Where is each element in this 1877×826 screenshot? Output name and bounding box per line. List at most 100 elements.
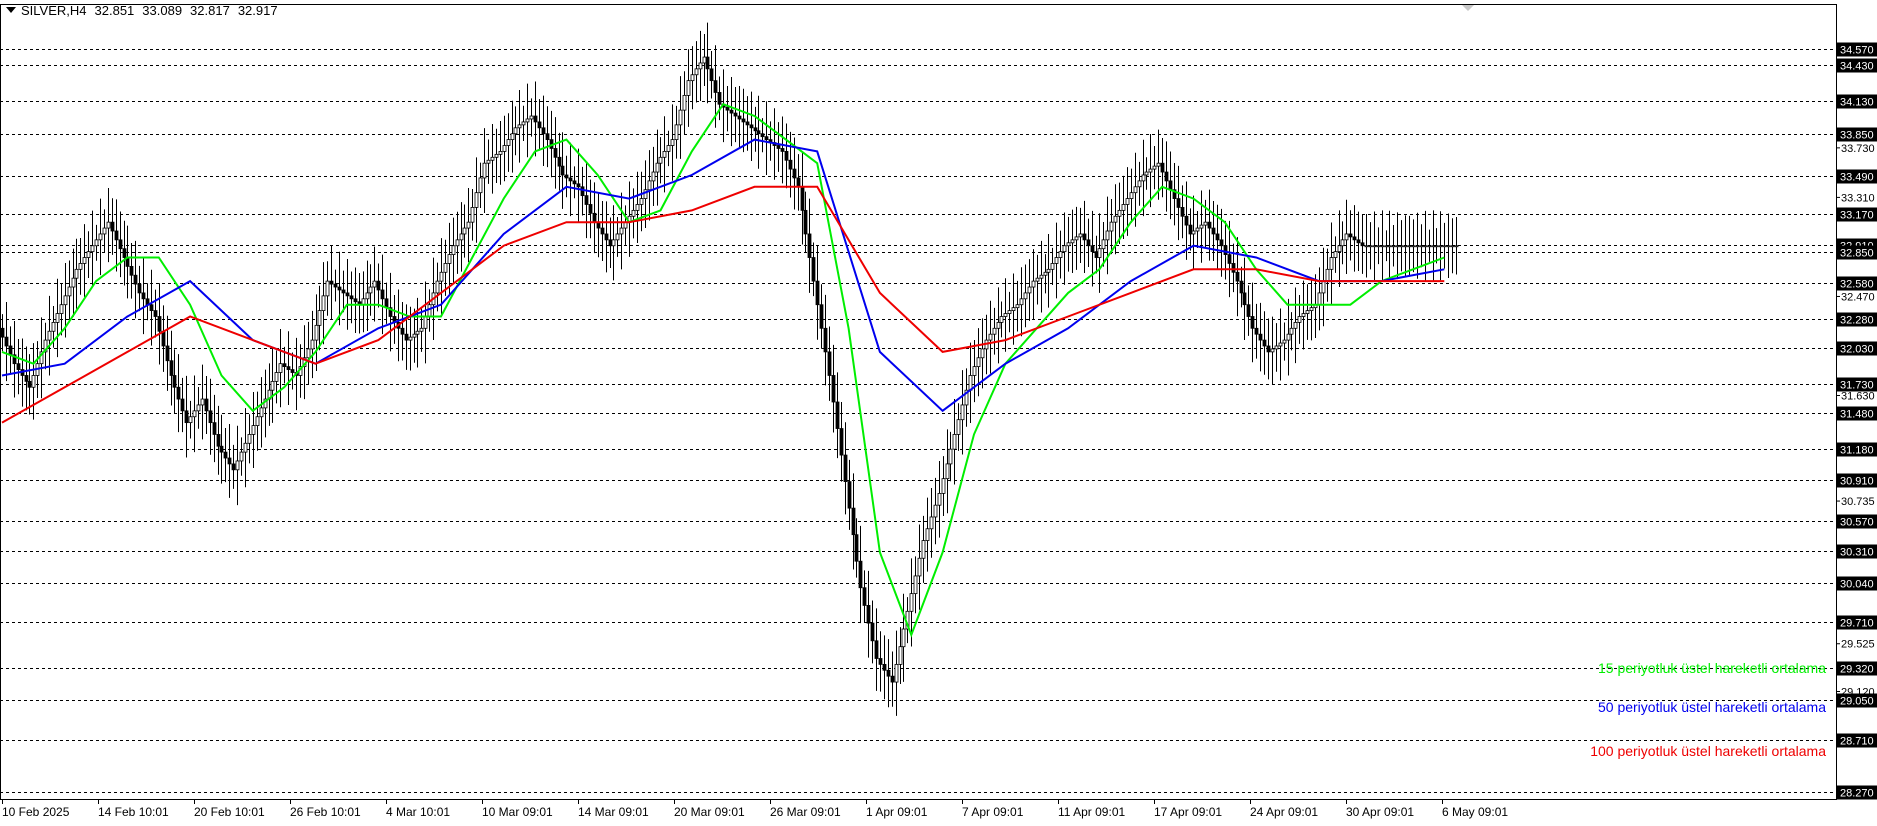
price-bar-body — [678, 109, 683, 126]
price-bar-body — [694, 68, 699, 76]
price-bar-body — [74, 268, 79, 279]
price-bar-body — [235, 460, 240, 471]
price-bar-body — [455, 239, 460, 247]
price-bar-body — [1242, 292, 1247, 306]
price-bar-body — [1333, 251, 1338, 258]
price-bar-body — [1058, 251, 1063, 258]
price-bar-body — [1211, 227, 1216, 235]
price-bar-body — [702, 56, 707, 64]
price-bar-body — [141, 292, 146, 300]
price-bar-body — [541, 127, 546, 135]
price-bar-body — [894, 663, 899, 683]
price-bar-body — [588, 204, 593, 214]
price-bar-body — [1427, 245, 1432, 248]
price-tick-label: 29.525 — [1841, 639, 1875, 651]
price-bar-body — [1054, 257, 1059, 264]
price-bar-body — [611, 239, 616, 247]
price-bar-body — [59, 304, 64, 314]
price-bar-body — [929, 516, 934, 530]
price-bar-body — [24, 375, 29, 382]
price-bar-body — [1376, 245, 1381, 248]
price-bar-body — [999, 316, 1004, 323]
price-bar-body — [368, 286, 373, 294]
price-bar-body — [874, 640, 879, 659]
level-label: 31.480 — [1840, 409, 1874, 421]
price-bar-body — [1407, 245, 1412, 248]
price-bar-body — [1195, 227, 1200, 232]
level-label: 30.310 — [1840, 547, 1874, 559]
level-label: 29.320 — [1840, 664, 1874, 676]
price-bar-body — [400, 327, 405, 335]
chart-header: SILVER,H4 32.851 33.089 32.817 32.917 — [6, 2, 286, 18]
price-bar-body — [1046, 268, 1051, 273]
price-bar-body — [866, 605, 871, 624]
price-bar-body — [251, 425, 256, 435]
price-bar-body — [153, 310, 158, 317]
price-bar-body — [404, 333, 409, 341]
price-bar-body — [1156, 162, 1161, 167]
price-bar-body — [658, 156, 663, 164]
price-bar-body — [1219, 239, 1224, 247]
time-tick-label: 7 Apr 09:01 — [962, 805, 1024, 819]
price-bar-body — [1160, 162, 1165, 173]
level-label: 32.850 — [1840, 248, 1874, 260]
price-bar-body — [1258, 333, 1263, 341]
price-bar-body — [188, 416, 193, 424]
price-tick-label: 33.730 — [1841, 143, 1875, 155]
price-bar-body — [1364, 245, 1369, 248]
collapse-icon[interactable] — [6, 7, 16, 13]
price-bar-body — [972, 366, 977, 376]
price-bar-body — [255, 416, 260, 426]
price-bar-body — [1231, 263, 1236, 273]
price-bar-body — [1066, 242, 1071, 247]
price-bar-body — [1074, 236, 1079, 241]
price-bar-body — [365, 292, 370, 300]
price-bar-body — [976, 357, 981, 368]
price-bar-body — [756, 130, 761, 135]
price-bar-body — [451, 245, 456, 255]
price-bar-body — [631, 209, 636, 217]
price-bar-body — [27, 380, 32, 388]
price-bar-body — [376, 280, 381, 291]
price-bar-body — [55, 313, 60, 323]
price-bar-body — [996, 321, 1001, 329]
price-bar-body — [1317, 292, 1322, 306]
price-bar-body — [1293, 321, 1298, 329]
price-bar-body — [988, 333, 993, 341]
price-bar-body — [353, 298, 358, 303]
legend-entry: 100 periyotluk üstel hareketli ortalama — [1590, 743, 1826, 759]
price-bar-body — [1043, 271, 1048, 276]
price-bar-body — [196, 404, 201, 412]
price-bar-body — [572, 180, 577, 185]
price-bar-body — [1442, 245, 1447, 248]
price-bar-body — [325, 280, 330, 297]
price-bar-body — [1121, 204, 1126, 211]
price-tick-label: 30.735 — [1841, 496, 1875, 508]
price-bar-body — [478, 177, 483, 194]
price-bar-body — [412, 333, 417, 338]
price-bar-body — [655, 162, 660, 173]
price-bar-body — [270, 380, 275, 391]
price-bar-body — [67, 286, 72, 297]
price-bar-body — [349, 295, 354, 300]
price-chart[interactable]: 15 periyotluk üstel hareketli ortalama 50… — [0, 0, 1877, 821]
price-bar-body — [482, 162, 487, 179]
price-bar-body — [0, 327, 5, 338]
price-bar-body — [615, 233, 620, 241]
price-bar-body — [1105, 230, 1110, 241]
price-bar-body — [952, 434, 957, 450]
price-bar-body — [1438, 245, 1443, 248]
price-bar-body — [792, 168, 797, 179]
price-bar-body — [1129, 192, 1134, 199]
price-bar-body — [1395, 245, 1400, 248]
price-bar-body — [86, 251, 91, 258]
price-bar-body — [1372, 245, 1377, 248]
price-bar-body — [341, 289, 346, 294]
level-label: 32.580 — [1840, 279, 1874, 291]
price-bar-body — [1082, 233, 1087, 241]
price-bar-body — [1348, 233, 1353, 238]
price-bar-body — [184, 410, 189, 424]
price-bar-body — [619, 227, 624, 235]
price-bar-body — [1266, 345, 1271, 353]
price-bar-body — [247, 434, 252, 444]
